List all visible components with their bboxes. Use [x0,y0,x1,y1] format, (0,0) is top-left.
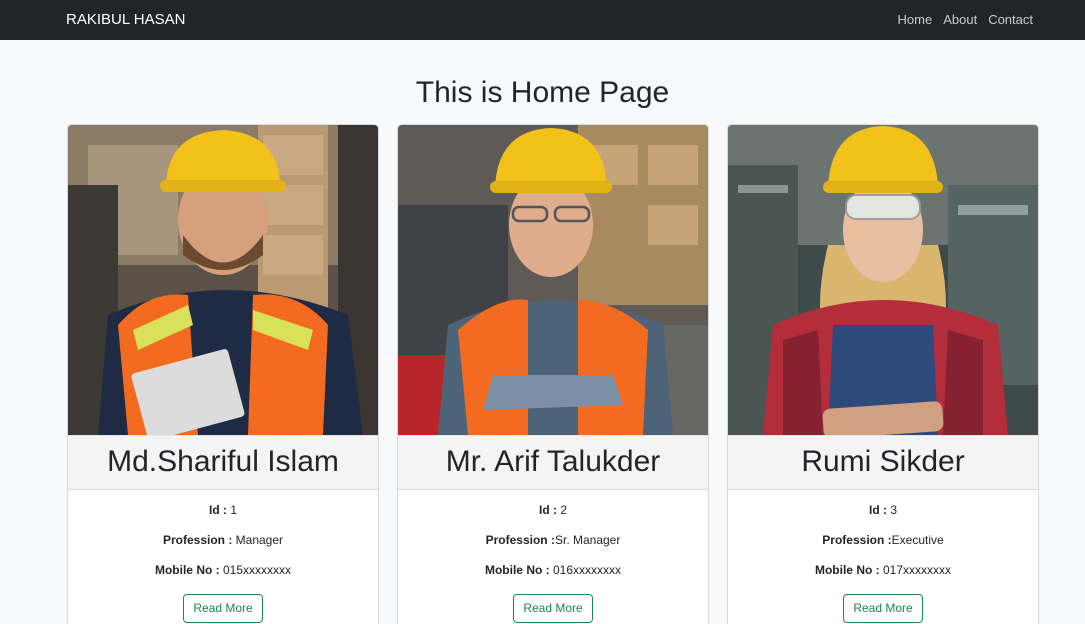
profession-row: Profession :Sr. Manager [485,533,621,547]
nav-link-about[interactable]: About [943,0,977,40]
card-body: Id : 3 Profession :Executive Mobile No :… [728,490,1038,623]
card-name: Rumi Sikder [728,435,1038,490]
employee-card-2: Mr. Arif Talukder Id : 2 Profession :Sr.… [397,124,709,624]
read-more-button[interactable]: Read More [183,594,263,623]
navbar-brand[interactable]: RAKIBUL HASAN [66,0,185,40]
profession-row: Profession :Executive [822,533,944,547]
page-title: This is Home Page [415,76,670,109]
card-name: Md.Shariful Islam [68,435,378,490]
nav-links: Home About Contact [898,0,1033,40]
card-body: Id : 1 Profession : Manager Mobile No : … [68,490,378,623]
nav-link-home[interactable]: Home [898,0,933,40]
id-row: Id : 2 [538,503,567,517]
navbar: RAKIBUL HASAN Home About Contact [0,0,1085,40]
worker-photo-1 [68,125,378,435]
employee-card-3: Rumi Sikder Id : 3 Profession :Executive… [727,124,1039,624]
card-name: Mr. Arif Talukder [398,435,708,490]
id-row: Id : 1 [208,503,237,517]
profession-row: Profession : Manager [162,533,284,547]
mobile-row: Mobile No : 016xxxxxxxx [484,563,622,577]
employee-card-1: Md.Shariful Islam Id : 1 Profession : Ma… [67,124,379,624]
worker-photo-2 [398,125,708,435]
card-body: Id : 2 Profession :Sr. Manager Mobile No… [398,490,708,623]
nav-link-contact[interactable]: Contact [988,0,1033,40]
read-more-button[interactable]: Read More [513,594,593,623]
mobile-row: Mobile No : 015xxxxxxxx [154,563,292,577]
worker-photo-3 [728,125,1038,435]
mobile-row: Mobile No : 017xxxxxxxx [814,563,952,577]
read-more-button[interactable]: Read More [843,594,923,623]
id-row: Id : 3 [868,503,897,517]
